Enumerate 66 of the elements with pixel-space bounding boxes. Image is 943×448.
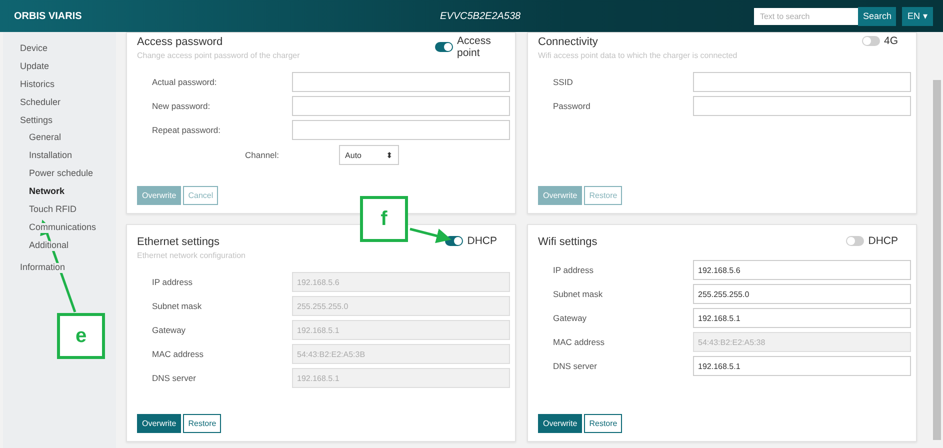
card-title: Connectivity [538, 36, 599, 48]
card-title: Ethernet settings [137, 236, 221, 248]
input-field[interactable]: 192.168.5.1 [693, 308, 911, 328]
field-label: MAC address [152, 349, 204, 359]
toggle-switch[interactable] [435, 42, 453, 52]
search-field[interactable]: Text to search [754, 8, 858, 24]
sidebar-item[interactable]: Power schedule [28, 169, 94, 180]
callout-label: e [57, 313, 105, 359]
brand-name: ORBIS VIARIS [14, 10, 83, 22]
input-field[interactable] [693, 72, 911, 92]
toggle-label: DHCP [868, 235, 898, 248]
field-label: Gateway [152, 325, 187, 335]
input-field[interactable]: 192.168.5.6 [693, 260, 911, 280]
channel-select[interactable]: Auto ⬍ [339, 145, 400, 165]
sidebar-item[interactable]: General [28, 133, 62, 144]
card-title: Wifi settings [538, 236, 598, 248]
field-label: Password [553, 101, 592, 111]
field-label: New password: [152, 101, 212, 111]
field-label: DNS server [152, 373, 197, 383]
toggle-label: DHCP [467, 235, 497, 248]
sidebar-item[interactable]: Update [19, 62, 50, 72]
field-label: Subnet mask [152, 301, 203, 311]
toggle-switch[interactable] [862, 36, 880, 46]
field-label: Channel: [245, 150, 280, 160]
sidebar-item[interactable]: Network [28, 187, 66, 198]
sidebar-item[interactable]: Additional [28, 240, 70, 251]
field-label: SSID [553, 77, 574, 87]
field-label: IP address [553, 265, 594, 275]
sidebar-item[interactable]: Communications [28, 222, 98, 233]
input-field[interactable]: 192.168.5.1 [693, 356, 911, 376]
language-dropdown[interactable]: EN ▾ [902, 6, 933, 26]
field-label: Gateway [553, 313, 588, 323]
card-subtitle: Ethernet network configuration [137, 251, 246, 260]
secondary-button[interactable]: Restore [183, 414, 222, 433]
toggle-switch[interactable] [846, 236, 864, 246]
card-title: Access password [137, 36, 224, 48]
input-field[interactable]: 255.255.255.0 [693, 284, 911, 304]
input-field[interactable] [693, 96, 911, 116]
field-label: Subnet mask [553, 289, 604, 299]
field-label: DNS server [553, 361, 598, 371]
card-subtitle: Wifi access point data to which the charger is connected [538, 51, 738, 60]
field-label: MAC address [553, 337, 606, 347]
sidebar-item[interactable]: Information [19, 262, 66, 273]
overwrite-button[interactable]: Overwrite [538, 414, 582, 433]
input-field[interactable] [292, 96, 510, 116]
sidebar-item[interactable]: Installation [28, 151, 74, 162]
sidebar-item[interactable]: Settings [19, 116, 54, 126]
toggle-label: Access point [457, 35, 492, 60]
overwrite-button[interactable]: Overwrite [137, 414, 182, 433]
sidebar-item[interactable]: Scheduler [19, 98, 62, 108]
input-field[interactable] [292, 120, 510, 140]
search-button[interactable]: Search [858, 6, 896, 26]
sidebar-item[interactable]: Historics [19, 80, 56, 90]
caret-icon: ⬍ [386, 150, 394, 160]
device-id: EVVC5B2E2A538 [439, 10, 522, 22]
callout-arrow [410, 228, 452, 244]
toggle-label: 4G [884, 35, 898, 48]
callout-label: f [360, 196, 408, 242]
input-field[interactable] [292, 72, 510, 92]
card-subtitle: Change access point password of the charger [137, 51, 300, 60]
field-label: Repeat password: [152, 125, 222, 135]
field-label: IP address [152, 277, 194, 287]
secondary-button[interactable]: Restore [584, 414, 622, 433]
sidebar-item[interactable]: Device [19, 44, 49, 54]
sidebar-item[interactable]: Touch RFID [28, 205, 78, 215]
field-label: Actual password: [152, 77, 218, 87]
